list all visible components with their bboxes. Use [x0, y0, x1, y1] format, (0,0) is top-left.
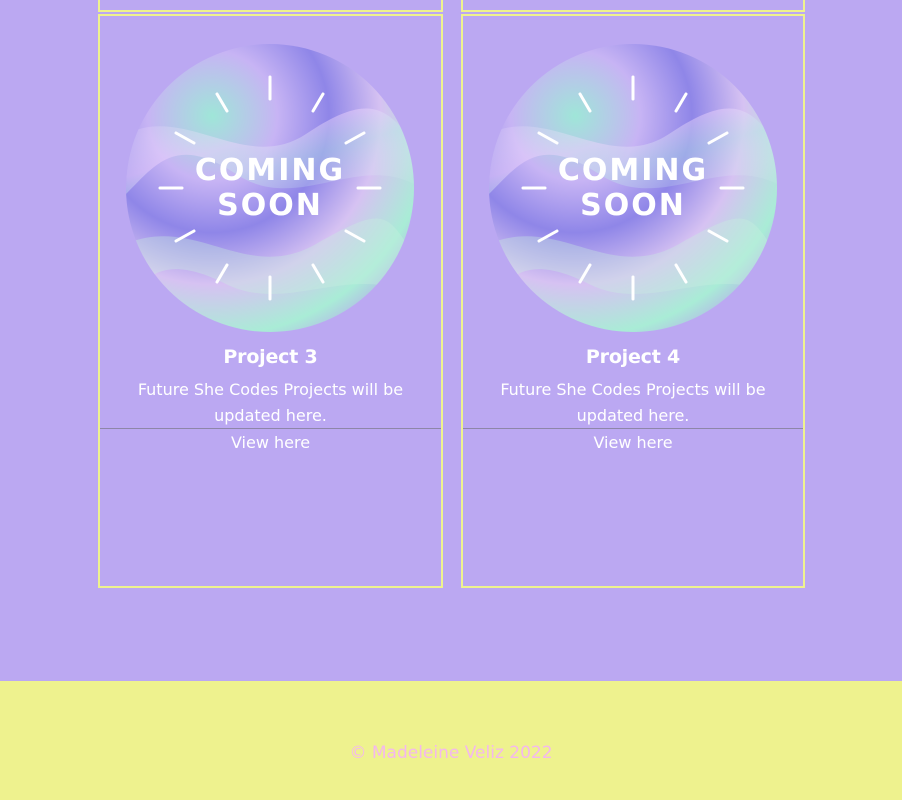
svg-text:SOON: SOON [217, 188, 323, 223]
project-title: Project 4 [585, 346, 681, 368]
projects-section: COMING SOON Project 3 Future She Codes P… [0, 0, 902, 681]
svg-text:COMING: COMING [558, 153, 708, 188]
project-card-3: COMING SOON Project 3 Future She Codes P… [98, 14, 443, 588]
view-project-link[interactable]: View here [100, 433, 441, 452]
svg-text:SOON: SOON [580, 188, 686, 223]
project-description: Future She Codes Projects will be update… [500, 380, 766, 425]
project-card-4: COMING SOON Project 4 Future She Codes P… [461, 14, 805, 588]
card-divider [463, 428, 803, 429]
coming-soon-image: COMING SOON [489, 44, 777, 332]
card-divider [100, 428, 441, 429]
previous-project-card-bottom [98, 0, 443, 12]
project-title: Project 3 [223, 346, 318, 368]
coming-soon-image: COMING SOON [126, 44, 414, 332]
portfolio-page: COMING SOON Project 3 Future She Codes P… [0, 0, 902, 800]
view-project-link[interactable]: View here [463, 433, 803, 452]
svg-text:COMING: COMING [195, 153, 345, 188]
footer: © Madeleine Veliz 2022 [0, 681, 902, 800]
project-description: Future She Codes Projects will be update… [137, 380, 404, 425]
copyright-text: © Madeleine Veliz 2022 [349, 743, 553, 763]
previous-project-card-bottom [461, 0, 805, 12]
